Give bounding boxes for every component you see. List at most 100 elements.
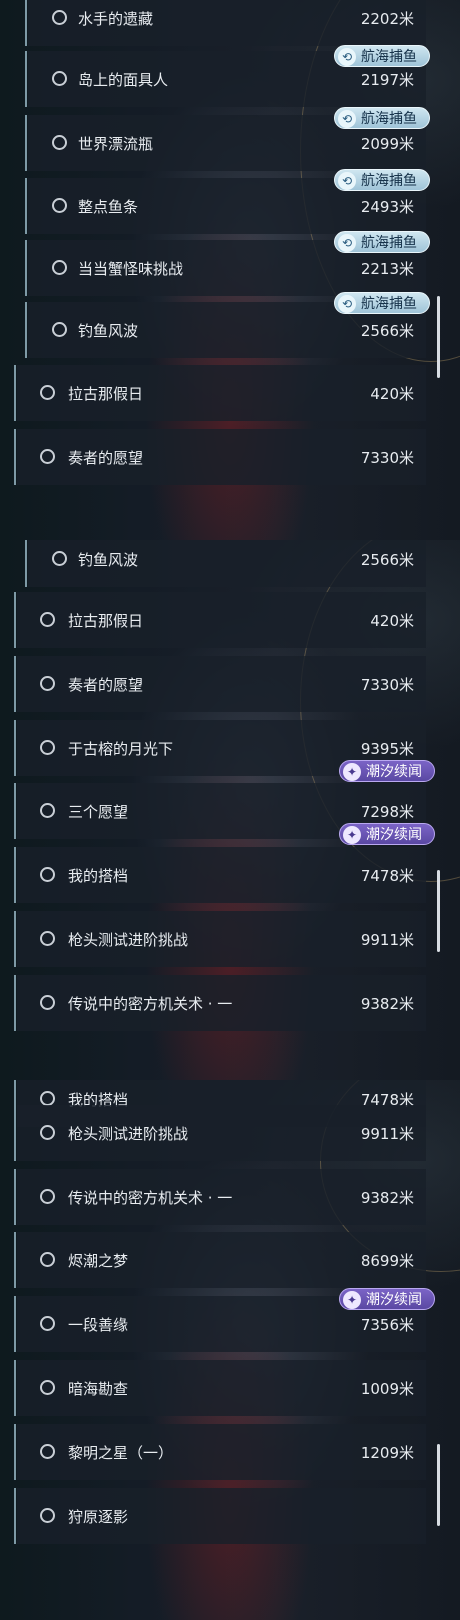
scrollbar-thumb[interactable] xyxy=(437,870,440,952)
quest-distance: 7330米 xyxy=(360,449,414,467)
radio-circle-icon[interactable] xyxy=(52,322,67,337)
quest-name: 拉古那假日 xyxy=(68,612,144,630)
quest-distance: 8699米 xyxy=(360,1252,414,1270)
fishing-tag-badge: ⟲ 航海捕鱼 xyxy=(334,45,430,67)
tide-wave-icon: ✦ xyxy=(343,763,361,781)
row-accent-bar xyxy=(14,656,16,712)
quest-distance: 9911米 xyxy=(360,1125,414,1143)
radio-circle-icon[interactable] xyxy=(52,71,67,86)
quest-distance: 7330米 xyxy=(360,676,414,694)
radio-circle-icon[interactable] xyxy=(40,1189,55,1204)
radio-circle-icon[interactable] xyxy=(52,551,67,566)
quest-row[interactable]: 拉古那假日 420米 xyxy=(14,592,426,648)
radio-circle-icon[interactable] xyxy=(52,135,67,150)
row-accent-bar xyxy=(14,720,16,776)
quest-name: 暗海勘查 xyxy=(68,1380,129,1398)
fishing-hook-icon: ⟲ xyxy=(338,295,356,313)
row-accent-bar xyxy=(25,540,27,587)
tag-label: 航海捕鱼 xyxy=(361,49,417,65)
quest-name: 世界漂流瓶 xyxy=(78,135,154,153)
quest-name: 枪头测试进阶挑战 xyxy=(68,1125,189,1143)
radio-circle-icon[interactable] xyxy=(40,449,55,464)
tag-label: 航海捕鱼 xyxy=(361,296,417,312)
row-accent-bar xyxy=(14,847,16,903)
quest-name: 狩原逐影 xyxy=(68,1508,129,1526)
quest-row[interactable]: 传说中的密方机关术 · 一 9382米 xyxy=(14,975,426,1031)
radio-circle-icon[interactable] xyxy=(40,385,55,400)
quest-row[interactable]: 狩原逐影 xyxy=(14,1488,426,1544)
scrollbar-thumb[interactable] xyxy=(437,1444,440,1526)
row-accent-bar xyxy=(14,1360,16,1416)
quest-distance: 2566米 xyxy=(360,322,414,340)
quest-list-panel-3: 我的搭档 7478米 枪头测试进阶挑战 9911米 传说中的密方机关术 · 一 9382米… xyxy=(0,1080,460,1620)
quest-row[interactable]: 奏者的愿望 7330米 xyxy=(14,429,426,485)
quest-name: 我的搭档 xyxy=(68,867,129,885)
fishing-hook-icon: ⟲ xyxy=(338,110,356,128)
radio-circle-icon[interactable] xyxy=(40,931,55,946)
quest-name: 拉古那假日 xyxy=(68,385,144,403)
quest-name: 黎明之星（一） xyxy=(68,1444,174,1462)
quest-row[interactable]: 钓鱼风波 2566米 xyxy=(25,540,426,587)
fishing-tag-badge: ⟲ 航海捕鱼 xyxy=(334,107,430,129)
quest-row[interactable]: 传说中的密方机关术 · 一 9382米 xyxy=(14,1169,426,1225)
radio-circle-icon[interactable] xyxy=(52,260,67,275)
radio-circle-icon[interactable] xyxy=(40,612,55,627)
quest-row[interactable]: 黎明之星（一） 1209米 xyxy=(14,1424,426,1480)
quest-distance: 2099米 xyxy=(360,135,414,153)
quest-row[interactable]: 枪头测试进阶挑战 9911米 xyxy=(14,1105,426,1161)
quest-name: 奏者的愿望 xyxy=(68,449,144,467)
quest-row[interactable]: 暗海勘查 1009米 xyxy=(14,1360,426,1416)
radio-circle-icon[interactable] xyxy=(52,198,67,213)
tide-tag-badge: ✦ 潮汐续闻 xyxy=(339,760,435,782)
radio-circle-icon[interactable] xyxy=(40,1091,55,1106)
scrollbar-thumb[interactable] xyxy=(437,296,440,378)
quest-name: 当当蟹怪味挑战 xyxy=(78,260,184,278)
radio-circle-icon[interactable] xyxy=(40,995,55,1010)
radio-circle-icon[interactable] xyxy=(40,1252,55,1267)
radio-circle-icon[interactable] xyxy=(40,1508,55,1523)
radio-circle-icon[interactable] xyxy=(40,740,55,755)
quest-distance: 9382米 xyxy=(360,1189,414,1207)
tide-tag-badge: ✦ 潮汐续闻 xyxy=(339,1288,435,1310)
row-accent-bar xyxy=(14,429,16,485)
row-accent-bar xyxy=(25,240,27,296)
quest-row[interactable]: 枪头测试进阶挑战 9911米 xyxy=(14,911,426,967)
tag-label: 航海捕鱼 xyxy=(361,235,417,251)
quest-distance: 1209米 xyxy=(360,1444,414,1462)
tag-label: 潮汐续闻 xyxy=(366,1292,422,1308)
quest-distance: 7478米 xyxy=(360,867,414,885)
row-accent-bar xyxy=(25,0,27,46)
tag-label: 潮汐续闻 xyxy=(366,764,422,780)
quest-distance: 9911米 xyxy=(360,931,414,949)
quest-distance: 7356米 xyxy=(360,1316,414,1334)
quest-row[interactable]: 烬潮之梦 8699米 xyxy=(14,1232,426,1288)
row-accent-bar xyxy=(14,592,16,648)
radio-circle-icon[interactable] xyxy=(40,1380,55,1395)
row-accent-bar xyxy=(25,302,27,358)
tag-label: 潮汐续闻 xyxy=(366,827,422,843)
quest-name: 三个愿望 xyxy=(68,803,129,821)
row-accent-bar xyxy=(14,911,16,967)
quest-distance: 2493米 xyxy=(360,198,414,216)
radio-circle-icon[interactable] xyxy=(40,867,55,882)
row-accent-bar xyxy=(14,1488,16,1544)
radio-circle-icon[interactable] xyxy=(40,1125,55,1140)
fishing-hook-icon: ⟲ xyxy=(338,172,356,190)
quest-name: 传说中的密方机关术 · 一 xyxy=(68,1189,233,1207)
row-accent-bar xyxy=(14,1296,16,1352)
quest-row[interactable]: 奏者的愿望 7330米 xyxy=(14,656,426,712)
quest-distance: 9382米 xyxy=(360,995,414,1013)
quest-distance: 2202米 xyxy=(360,10,414,28)
radio-circle-icon[interactable] xyxy=(40,1444,55,1459)
radio-circle-icon[interactable] xyxy=(40,676,55,691)
quest-name: 枪头测试进阶挑战 xyxy=(68,931,189,949)
radio-circle-icon[interactable] xyxy=(40,803,55,818)
quest-name: 烬潮之梦 xyxy=(68,1252,129,1270)
quest-row[interactable]: 我的搭档 7478米 xyxy=(14,847,426,903)
radio-circle-icon[interactable] xyxy=(40,1316,55,1331)
row-accent-bar xyxy=(14,783,16,839)
quest-name: 岛上的面具人 xyxy=(78,71,169,89)
radio-circle-icon[interactable] xyxy=(52,10,67,25)
quest-row[interactable]: 水手的遗藏 2202米 xyxy=(25,0,426,46)
quest-row[interactable]: 拉古那假日 420米 xyxy=(14,365,426,421)
